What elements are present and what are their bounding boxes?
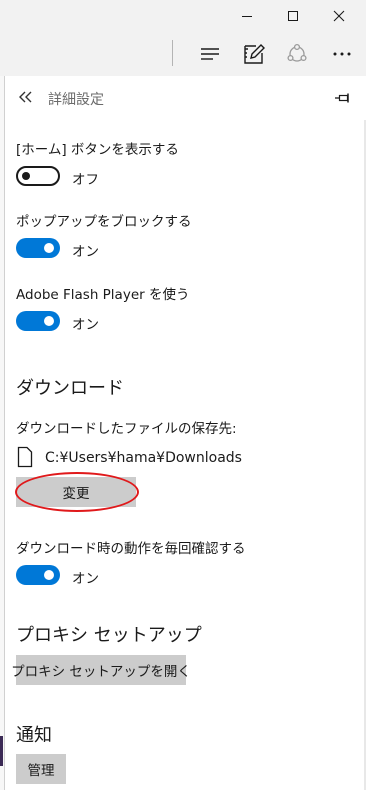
block-popups-toggle-state: オン (72, 244, 99, 260)
pin-button[interactable] (333, 88, 353, 108)
toggle-knob (44, 570, 54, 580)
close-button[interactable] (316, 0, 362, 32)
advanced-settings-panel: 詳細設定 [ホーム] ボタンを表示する オフ ポップアップをブロックする オン … (4, 76, 366, 790)
back-button[interactable] (15, 86, 37, 108)
pin-icon (335, 93, 349, 103)
panel-title: 詳細設定 (48, 92, 104, 108)
more-icon (333, 52, 351, 56)
block-popups-setting-label: ポップアップをブロックする (16, 214, 192, 230)
flash-toggle-state: オン (72, 317, 99, 333)
close-icon (333, 10, 345, 22)
panel-header: 詳細設定 (5, 76, 366, 120)
confirm-download-label: ダウンロード時の動作を毎回確認する (16, 541, 246, 557)
change-location-button[interactable]: 変更 (16, 477, 136, 507)
page-behind-accent (0, 736, 3, 766)
more-button[interactable] (322, 36, 362, 72)
double-chevron-left-icon (19, 91, 32, 103)
home-button-toggle-state: オフ (72, 172, 99, 188)
confirm-download-toggle-state: オン (72, 571, 99, 587)
toggle-knob (22, 172, 30, 180)
share-button[interactable] (277, 36, 317, 72)
title-bar (0, 0, 366, 32)
hub-icon (201, 48, 219, 60)
downloads-heading: ダウンロード (16, 378, 124, 399)
open-proxy-setup-button[interactable]: プロキシ セットアップを開く (11, 655, 191, 685)
web-note-button[interactable] (234, 36, 274, 72)
maximize-icon (288, 11, 298, 21)
minimize-icon (242, 16, 252, 17)
notifications-heading: 通知 (16, 725, 52, 746)
hub-button[interactable] (190, 36, 230, 72)
proxy-heading: プロキシ セットアップ (16, 625, 202, 646)
minimize-button[interactable] (224, 0, 270, 32)
manage-notifications-button[interactable]: 管理 (16, 754, 66, 784)
folder-icon (17, 446, 33, 468)
download-path: C:¥Users¥hama¥Downloads (45, 450, 242, 466)
browser-toolbar (0, 32, 366, 76)
toolbar-divider (172, 40, 173, 66)
flash-setting-label: Adobe Flash Player を使う (16, 287, 190, 303)
toggle-knob (44, 243, 54, 253)
confirm-download-toggle[interactable] (16, 565, 60, 585)
maximize-button[interactable] (270, 0, 316, 32)
share-icon (287, 43, 307, 62)
web-note-icon (244, 44, 265, 64)
block-popups-toggle[interactable] (16, 238, 60, 258)
flash-toggle[interactable] (16, 311, 60, 331)
home-button-toggle[interactable] (16, 166, 60, 186)
download-location-label: ダウンロードしたファイルの保存先: (16, 421, 237, 437)
toggle-knob (44, 316, 54, 326)
home-button-setting-label: [ホーム] ボタンを表示する (16, 142, 179, 158)
